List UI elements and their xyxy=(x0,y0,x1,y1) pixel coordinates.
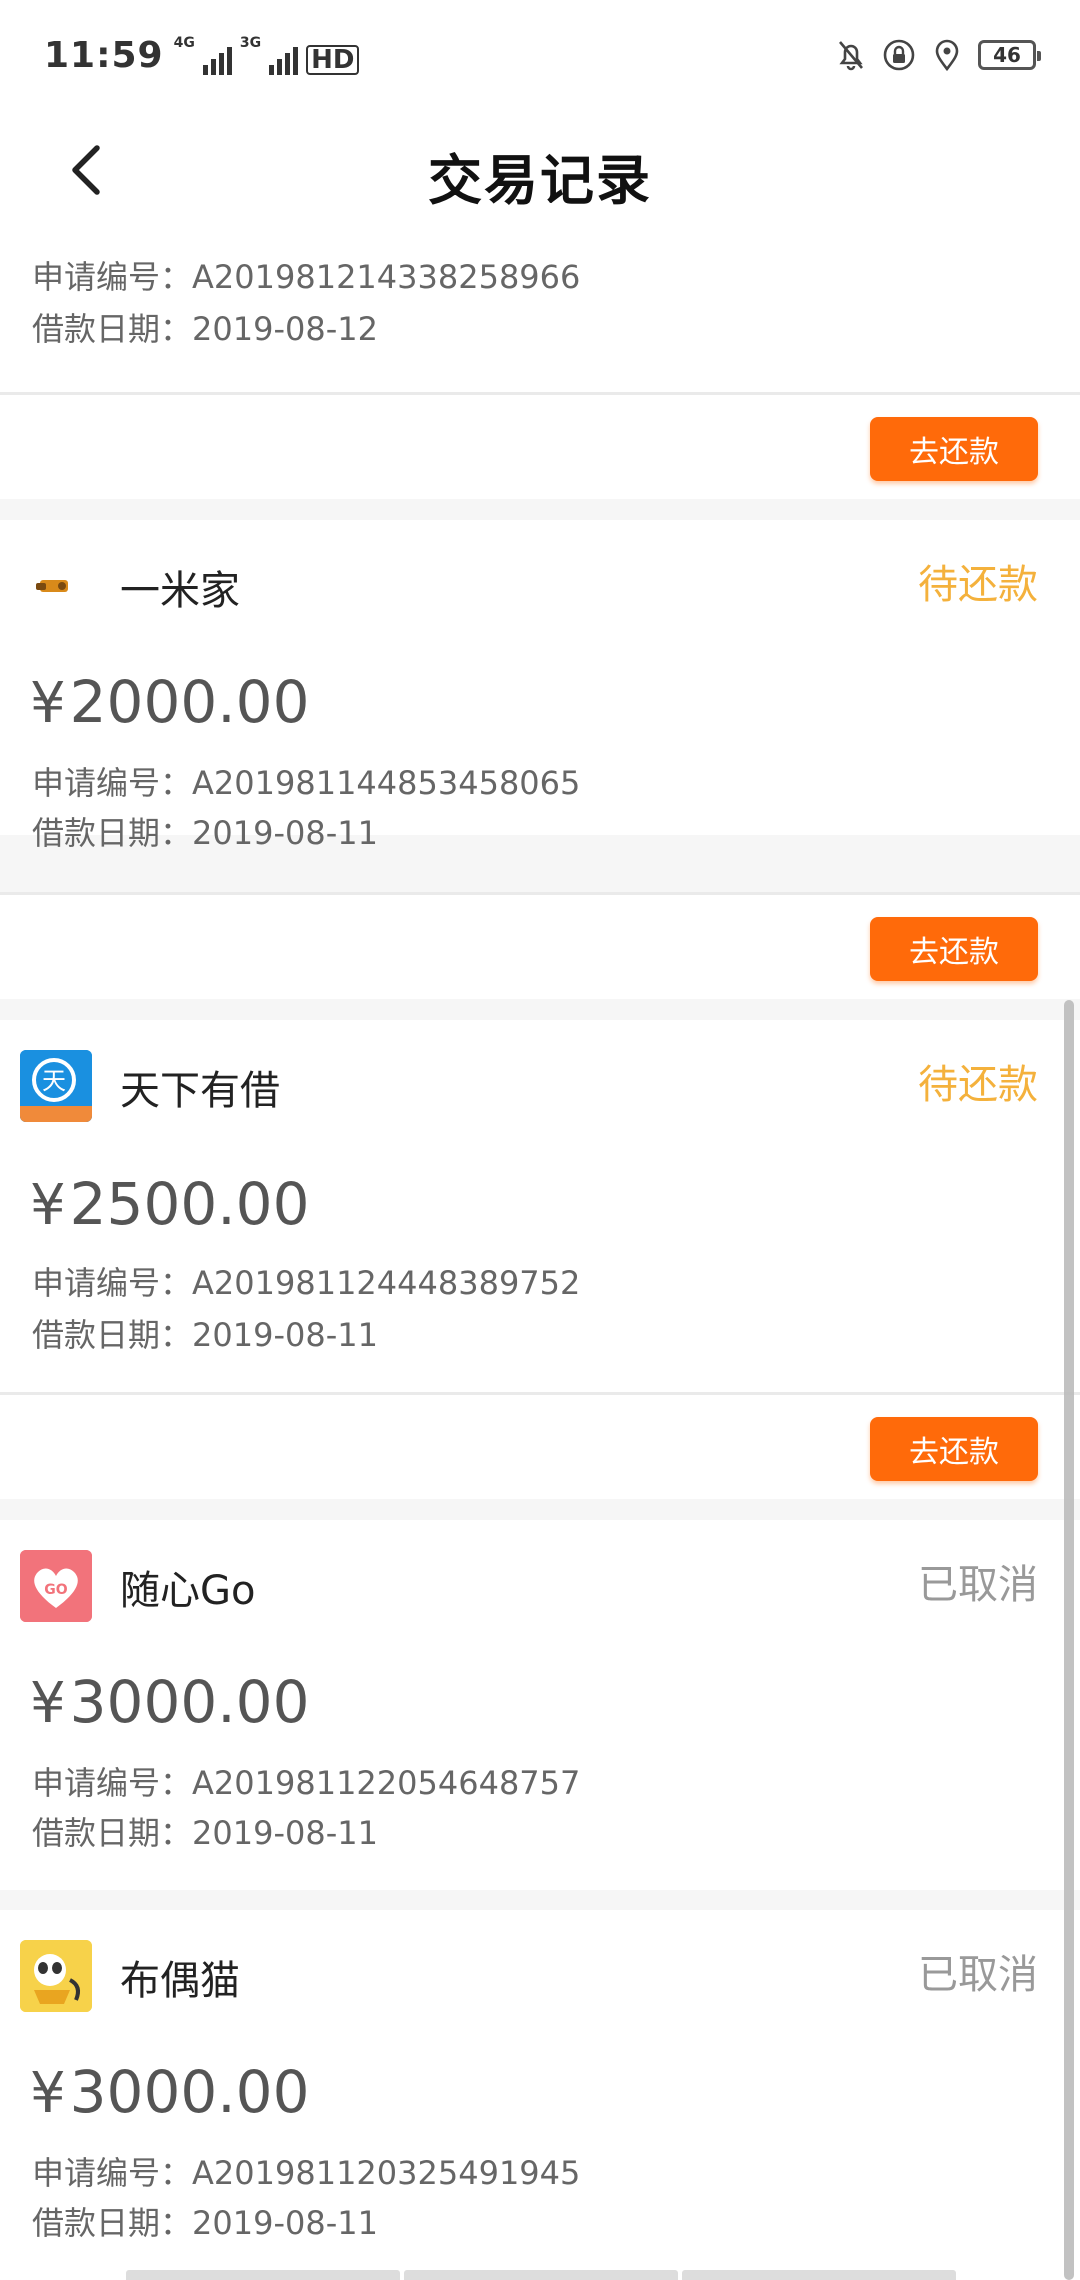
apply-number-value: A201981122054648757 xyxy=(192,1764,581,1802)
status-badge: 待还款 xyxy=(918,1062,1038,1108)
loan-date-label: 借款日期： xyxy=(32,1316,193,1354)
apply-number-line: 申请编号：A201981124448389752 xyxy=(32,1258,580,1304)
loan-date-value: 2019-08-11 xyxy=(192,1316,378,1354)
tianxia-logo-icon: 天 xyxy=(20,1050,92,1122)
record-header: GO 随心Go 已取消 xyxy=(0,1520,1080,1630)
svg-text:GO: GO xyxy=(44,1582,67,1598)
currency-symbol: ¥ xyxy=(30,1173,66,1238)
repay-button[interactable]: 去还款 xyxy=(870,417,1038,481)
heart-go-logo-icon: GO xyxy=(20,1550,92,1622)
record-header: 天 天下有借 待还款 xyxy=(0,1020,1080,1130)
status-bar: 11:59 4G 3G HD 46 xyxy=(0,0,1080,110)
loan-date-value: 2019-08-12 xyxy=(192,310,378,348)
loan-date-value: 2019-08-11 xyxy=(192,2204,378,2242)
loan-date-line: 借款日期：2019-08-11 xyxy=(32,1808,378,1854)
app-name: 布偶猫 xyxy=(120,1958,240,2004)
status-badge: 待还款 xyxy=(918,562,1038,608)
loan-date-value: 2019-08-11 xyxy=(192,1814,378,1852)
amount-value: 2500.00 xyxy=(69,1170,310,1238)
loan-date-line: 借款日期：2019-08-11 xyxy=(32,1310,378,1356)
amount-value: 3000.00 xyxy=(69,2058,310,2126)
amount-value: 3000.00 xyxy=(69,1668,310,1736)
network-4g-label: 4G xyxy=(173,35,195,51)
apply-number-line: 申请编号：A201981144853458065 xyxy=(32,758,580,804)
loan-date-value: 2019-08-11 xyxy=(192,814,378,852)
record-header: 布偶猫 已取消 xyxy=(0,1910,1080,2020)
apply-number-label: 申请编号： xyxy=(32,764,193,802)
currency-symbol: ¥ xyxy=(30,1671,66,1736)
apply-number-label: 申请编号： xyxy=(32,2154,193,2192)
nav-bar: 交易记录 xyxy=(0,110,1080,230)
bottom-tab[interactable] xyxy=(682,2270,956,2280)
signal-4g-icon xyxy=(202,47,232,75)
hd-badge: HD xyxy=(306,45,360,75)
status-badge: 已取消 xyxy=(918,1952,1038,1998)
status-left: 11:59 4G 3G HD xyxy=(44,34,360,76)
notification-muted-icon xyxy=(839,41,863,71)
record-card[interactable]: 一米家 待还款 ¥2000.00 申请编号：A20198114485345806… xyxy=(0,520,1080,852)
repay-button[interactable]: 去还款 xyxy=(870,1417,1038,1481)
battery-icon: 46 xyxy=(978,40,1041,70)
record-card: 申请编号：A201981214338258966 借款日期：2019-08-12 xyxy=(0,230,1080,392)
network-indicators: 4G 3G HD xyxy=(174,35,360,75)
apply-number-line: 申请编号：A201981214338258966 xyxy=(32,252,580,298)
signal-3g-icon xyxy=(269,47,299,75)
battery-level: 46 xyxy=(993,43,1021,67)
rotation-lock-icon xyxy=(883,39,915,71)
apply-number-value: A201981214338258966 xyxy=(192,258,581,296)
loan-date-line: 借款日期：2019-08-12 xyxy=(32,304,378,350)
amount-value: 2000.00 xyxy=(69,668,310,736)
apply-number-label: 申请编号： xyxy=(32,1764,193,1802)
loan-date-line: 借款日期：2019-08-11 xyxy=(32,808,378,854)
panda-cat-logo-icon xyxy=(20,1940,92,2012)
action-row: 去还款 xyxy=(0,1395,1080,1499)
record-card[interactable]: 布偶猫 已取消 ¥3000.00 申请编号：A20198112032549194… xyxy=(0,1910,1080,2280)
page-title: 交易记录 xyxy=(428,149,652,212)
apply-number-label: 申请编号： xyxy=(32,258,193,296)
yimijia-logo-icon xyxy=(20,550,92,622)
loan-date-line: 借款日期：2019-08-11 xyxy=(32,2198,378,2244)
record-header: 一米家 待还款 xyxy=(0,520,1080,630)
loan-date-label: 借款日期： xyxy=(32,1814,193,1852)
status-right: 46 xyxy=(834,38,1041,72)
record-card[interactable]: 天 天下有借 待还款 ¥2500.00 申请编号：A20198112444838… xyxy=(0,1020,1080,1392)
svg-text:天: 天 xyxy=(42,1067,66,1095)
action-row: 去还款 xyxy=(0,895,1080,999)
apply-number-value: A201981124448389752 xyxy=(192,1264,581,1302)
currency-symbol: ¥ xyxy=(30,2061,66,2126)
apply-number-line: 申请编号：A201981122054648757 xyxy=(32,1758,580,1804)
action-row: 去还款 xyxy=(0,395,1080,499)
record-card[interactable]: GO 随心Go 已取消 ¥3000.00 申请编号：A2019811220546… xyxy=(0,1520,1080,1890)
status-time: 11:59 xyxy=(44,34,164,76)
bottom-tab-strip xyxy=(126,2270,956,2280)
scrollbar[interactable] xyxy=(1064,1000,1074,2280)
loan-amount: ¥2000.00 xyxy=(30,668,310,736)
network-3g-label: 3G xyxy=(239,35,262,51)
screen: 11:59 4G 3G HD 46 交易记录 申请编号：A20198121433… xyxy=(0,0,1080,2280)
transaction-list: 申请编号：A201981214338258966 借款日期：2019-08-12… xyxy=(0,230,1080,2280)
status-badge: 已取消 xyxy=(918,1562,1038,1608)
apply-number-label: 申请编号： xyxy=(32,1264,193,1302)
loan-amount: ¥3000.00 xyxy=(30,2058,310,2126)
loan-date-label: 借款日期： xyxy=(32,310,193,348)
loan-date-label: 借款日期： xyxy=(32,2204,193,2242)
loan-amount: ¥3000.00 xyxy=(30,1668,310,1736)
location-icon xyxy=(935,39,959,72)
apply-number-value: A201981144853458065 xyxy=(192,764,581,802)
loan-amount: ¥2500.00 xyxy=(30,1170,310,1238)
bottom-tab[interactable] xyxy=(404,2270,678,2280)
apply-number-line: 申请编号：A201981120325491945 xyxy=(32,2148,580,2194)
bottom-tab[interactable] xyxy=(126,2270,400,2280)
app-name: 天下有借 xyxy=(120,1068,280,1114)
loan-date-label: 借款日期： xyxy=(32,814,193,852)
app-name: 随心Go xyxy=(120,1568,256,1614)
currency-symbol: ¥ xyxy=(30,671,66,736)
app-name: 一米家 xyxy=(120,568,240,614)
repay-button[interactable]: 去还款 xyxy=(870,917,1038,981)
apply-number-value: A201981120325491945 xyxy=(192,2154,581,2192)
